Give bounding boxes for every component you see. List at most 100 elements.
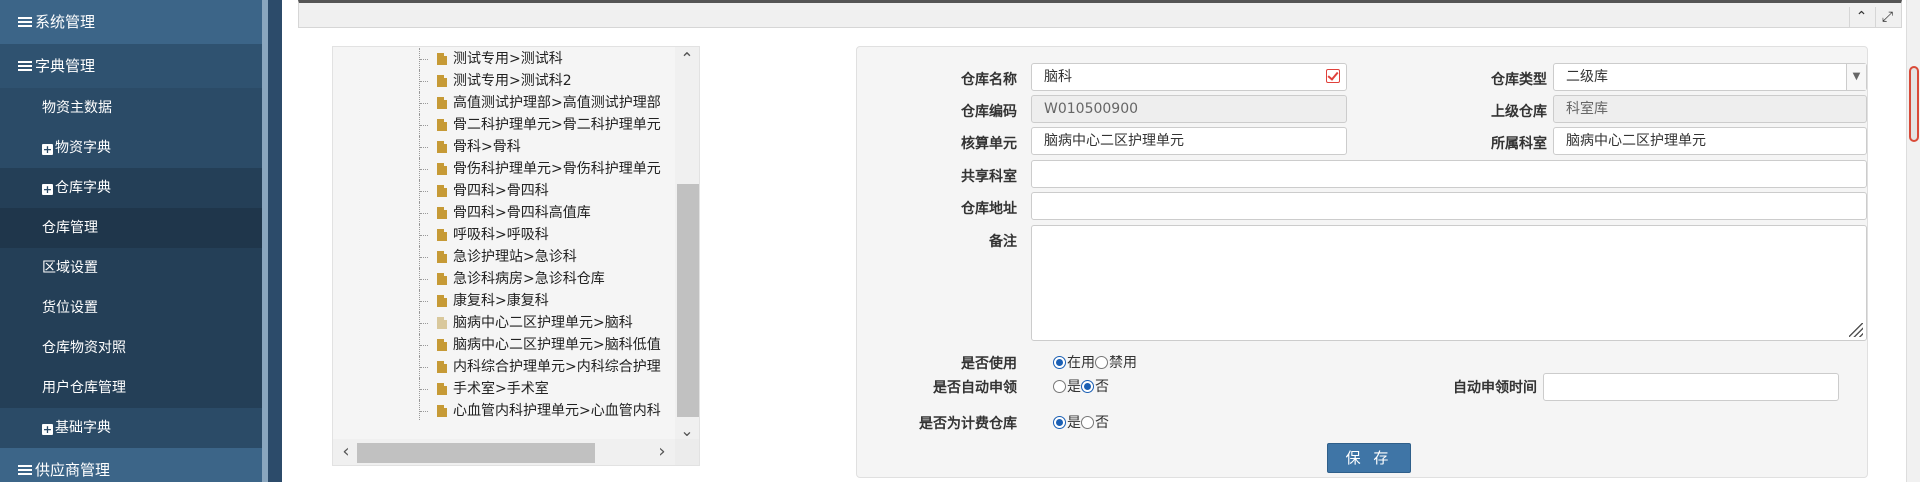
scrollbar-thumb[interactable] [1909,66,1919,142]
tree-node-label: 康复科>康复科 [453,293,549,309]
tree-vertical-scrollbar[interactable]: ⌃ ⌄ [675,47,699,441]
document-icon [437,229,447,241]
billing-label: 是否为计费仓库 [919,416,1017,432]
chevron-up-icon[interactable]: ⌃ [675,49,699,69]
parent-warehouse-field: 科室库 [1553,95,1867,123]
page-scrollbar[interactable] [1906,0,1920,482]
sidebar-item-label: 仓库字典 [55,180,111,196]
radio-label: 是 [1067,415,1081,431]
sidebar-item-warehouse-dict[interactable]: + 仓库字典 [0,168,262,208]
chevron-right-icon[interactable]: › [651,439,673,465]
warehouse-name-field[interactable]: 脑科 [1031,63,1347,91]
remark-label: 备注 [989,234,1017,250]
checkbox-icon[interactable] [1326,69,1340,83]
tree-node-label: 高值测试护理部>高值测试护理部 [453,95,661,111]
sidebar-item-label: 区域设置 [42,260,98,276]
document-icon [437,53,447,65]
sidebar-item-supplier[interactable]: 供应商管理 [0,448,262,482]
department-field[interactable]: 脑病中心二区护理单元 [1553,127,1867,155]
radio-no[interactable] [1081,380,1094,393]
expand-plus-icon: + [42,423,53,436]
tree-node-label: 内科综合护理单元>内科综合护理 [453,359,661,375]
tree-guide-line [419,378,429,400]
tree-guide-line [419,400,429,421]
document-icon [437,207,447,219]
radio-disabled[interactable] [1095,356,1108,369]
document-icon [437,339,447,351]
chevron-down-icon[interactable]: ⌄ [675,421,699,441]
fullscreen-icon[interactable]: ⤢ [1875,7,1899,27]
sidebar-item-warehouse-manage[interactable]: 仓库管理 [0,208,262,248]
sidebar-item-material-dict[interactable]: + 物资字典 [0,128,262,168]
app: 系统管理 字典管理 物资主数据 + 物资字典 + 仓库字典 仓库管理 区域设置 货位… [0,0,1920,482]
tree-horizontal-scrollbar[interactable]: ‹ › [333,439,677,465]
resize-grip-icon[interactable] [1849,323,1863,337]
chevron-up-icon[interactable]: ⌃ [1849,7,1873,27]
billing-radio-group: 是否 [1053,412,1109,432]
scrollbar-thumb[interactable] [677,184,699,417]
tree-guide-line [419,356,429,378]
sidebar-item-label: 物资主数据 [42,100,112,116]
sidebar-item-user-warehouse[interactable]: 用户仓库管理 [0,368,262,408]
radio-no[interactable] [1081,416,1094,429]
warehouse-name-value: 脑科 [1044,69,1072,85]
document-icon [437,361,447,373]
document-icon [437,163,447,175]
sidebar-item-location-settings[interactable]: 货位设置 [0,288,262,328]
panel-header: ⌃ ⤢ [298,0,1902,28]
radio-label: 是 [1067,379,1081,395]
accounting-unit-field[interactable]: 脑病中心二区护理单元 [1031,127,1347,155]
sidebar-item-area-settings[interactable]: 区域设置 [0,248,262,288]
auto-apply-time-field[interactable] [1543,373,1839,401]
sidebar-item-warehouse-material-map[interactable]: 仓库物资对照 [0,328,262,368]
tree-node-label: 脑病中心二区护理单元>脑科低值 [453,337,661,353]
warehouse-type-select[interactable]: 二级库 ▼ [1553,63,1867,91]
department-label: 所属科室 [1491,136,1547,152]
sidebar-item-system[interactable]: 系统管理 [0,0,262,44]
tree-guide-line [419,312,429,334]
document-icon [437,141,447,153]
radio-label: 禁用 [1109,355,1137,371]
shared-dept-field[interactable] [1031,160,1867,188]
sidebar-item-material-master[interactable]: 物资主数据 [0,88,262,128]
tree-guide-line [419,180,429,202]
tree-guide-line [419,158,429,180]
sidebar-toggle-bar[interactable] [268,0,282,482]
tree-guide-line [419,268,429,290]
sidebar-item-basic-dict[interactable]: + 基础字典 [0,408,262,448]
radio-yes[interactable] [1053,380,1066,393]
expand-plus-icon: + [42,143,53,156]
warehouse-type-label: 仓库类型 [1491,72,1547,88]
tree-guide-line [419,202,429,224]
sidebar-item-label: 仓库管理 [42,220,98,236]
accounting-unit-label: 核算单元 [961,136,1017,152]
scrollbar-thumb[interactable] [357,443,595,463]
radio-label: 否 [1095,415,1109,431]
expand-plus-icon: + [42,183,53,196]
document-icon [437,97,447,109]
document-icon [437,295,447,307]
tree-node-label: 脑病中心二区护理单元>脑科 [453,315,633,331]
sidebar-item-label: 供应商管理 [35,461,111,479]
tree-node-label: 急诊科病房>急诊科仓库 [453,271,605,287]
auto-apply-time-label: 自动申领时间 [1453,380,1537,396]
chevron-left-icon[interactable]: ‹ [335,439,357,465]
chevron-down-icon[interactable]: ▼ [1846,64,1866,90]
document-icon [437,251,447,263]
tree-guide-line [419,136,429,158]
tree-guide-line [419,70,429,92]
document-icon [437,75,447,87]
sidebar-item-label: 基础字典 [55,420,111,436]
tree-guide-line [419,290,429,312]
address-field[interactable] [1031,192,1867,220]
radio-yes[interactable] [1053,416,1066,429]
document-icon [437,119,447,131]
radio-in-use[interactable] [1053,356,1066,369]
remark-textarea[interactable] [1031,225,1867,341]
tree-guide-line [419,334,429,356]
sidebar-item-dictionary[interactable]: 字典管理 [0,44,262,88]
list-icon [18,61,32,72]
tree-list: 测试专用>测试科 测试专用>测试科2 高值测试护理部>高值测试护理部 骨二科护理单元>… [333,47,677,421]
save-button[interactable]: 保 存 [1327,443,1411,473]
in-use-radio-group: 在用 禁用 [1053,352,1137,372]
